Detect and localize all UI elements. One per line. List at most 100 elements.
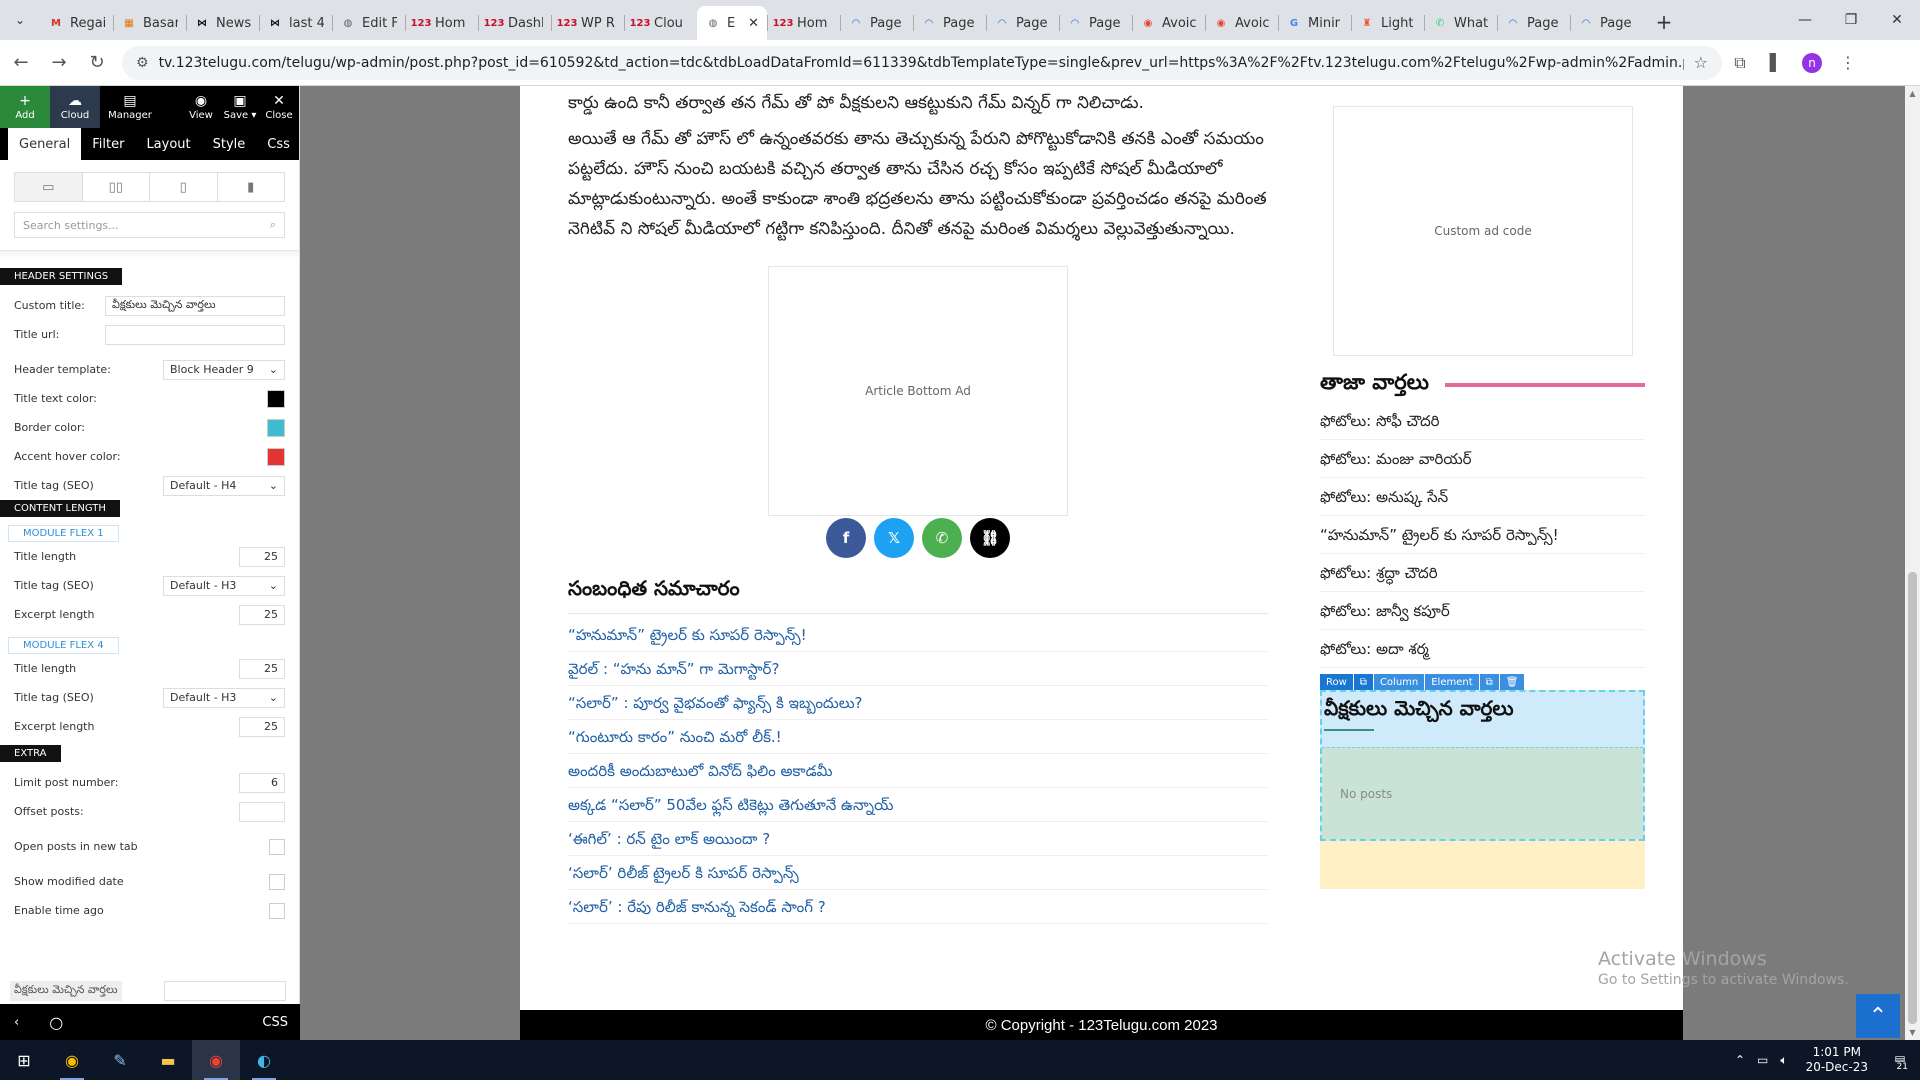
element-copy-icon[interactable]: ⧉	[1479, 674, 1499, 690]
address-bar[interactable]: ⚙ tv.123telugu.com/telugu/wp-admin/post.…	[122, 45, 1722, 80]
tab-css[interactable]: Css	[256, 128, 301, 160]
title-length-input[interactable]: 25	[239, 546, 285, 567]
show-hidden-icons-icon[interactable]: ⌃	[1729, 1053, 1751, 1067]
restore-icon[interactable]: ❐	[1828, 0, 1874, 40]
collapse-panel-icon[interactable]: ‹	[14, 1015, 19, 1030]
related-news-link[interactable]: వైరల్ : “హను మాన్” గా మెగాస్టార్?	[568, 652, 1268, 686]
enable-time-ago-checkbox[interactable]	[269, 902, 285, 919]
notepad-taskbar-icon[interactable]: ✎	[96, 1040, 144, 1080]
chrome-taskbar-icon[interactable]: ◉	[48, 1040, 96, 1080]
browser-tab[interactable]: ♜ Light	[1351, 6, 1424, 40]
browser-tab[interactable]: ◠ Page	[1497, 6, 1570, 40]
related-news-link[interactable]: ‘ఈగిల్’ : రన్ టైం లాక్ అయిందా ?	[568, 822, 1268, 856]
browser-tab[interactable]: ◠ Page	[986, 6, 1059, 40]
title-length-input[interactable]: 25	[239, 658, 285, 679]
latest-news-link[interactable]: ఫోటోలు: అనుష్క సేన్	[1320, 478, 1645, 516]
tab-general[interactable]: General	[8, 128, 82, 160]
excerpt-length-input[interactable]: 25	[239, 604, 285, 625]
tab-filter[interactable]: Filter	[81, 128, 135, 160]
file-explorer-icon[interactable]: ▬	[144, 1040, 192, 1080]
site-info-icon[interactable]: ⚙	[136, 55, 149, 71]
side-panel-icon[interactable]: ▌	[1758, 46, 1794, 80]
cloud-button[interactable]: ☁ Cloud	[50, 86, 100, 128]
browser-tab[interactable]: 123 Hom	[405, 6, 478, 40]
save-button[interactable]: ▣ Save ▾	[221, 86, 259, 128]
browser-tab[interactable]: ◍ Edit F	[332, 6, 405, 40]
open-new-tab-checkbox[interactable]	[269, 838, 285, 855]
element-breadcrumb[interactable]: వీక్షకులు మెచ్చిన వార్తలు	[10, 981, 122, 1001]
view-button[interactable]: ◉ View	[181, 86, 221, 128]
row-copy-icon[interactable]: ⧉	[1353, 674, 1373, 690]
browser-tab[interactable]: 123 WP R	[551, 6, 624, 40]
latest-news-link[interactable]: ఫోటోలు: సోఫీ చౌదరి	[1320, 402, 1645, 440]
related-news-link[interactable]: “సలార్” : పూర్వ వైభవంతో ఫ్యాన్స్ కి ఇబ్బ…	[568, 686, 1268, 720]
latest-news-link[interactable]: ఫోటోలు: శ్రద్ధా చౌదరి	[1320, 554, 1645, 592]
browser-tab[interactable]: 123 Clou	[624, 6, 697, 40]
selected-popular-news-block[interactable]: వీక్షకులు మెచ్చిన వార్తలు No posts	[1320, 690, 1645, 841]
windows-start-icon[interactable]: ⊞	[0, 1040, 48, 1080]
portrait-tablet-icon[interactable]: ▯	[150, 173, 218, 201]
css-button[interactable]: CSS	[262, 1015, 288, 1030]
browser-tab[interactable]: ◉ Avoic	[1132, 6, 1205, 40]
browser-tab[interactable]: G Minir	[1278, 6, 1351, 40]
add-button[interactable]: + Add	[0, 86, 50, 128]
title-tag-select[interactable]: Default - H3 ⌄	[163, 687, 285, 708]
related-news-link[interactable]: “గుంటూరు కారం” నుంచి మరో లీక్.!	[568, 720, 1268, 754]
close-button[interactable]: ✕ Close	[259, 86, 299, 128]
browser-tab[interactable]: ◠ Page	[913, 6, 986, 40]
close-tab-icon[interactable]: ✕	[748, 16, 759, 31]
search-settings-input[interactable]: Search settings... ⌕	[14, 212, 285, 238]
browser-tab[interactable]: M Regai	[40, 6, 113, 40]
title-url-input[interactable]	[105, 324, 285, 345]
border-color-swatch[interactable]	[267, 418, 285, 437]
browser-tab[interactable]: ⋈ News	[186, 6, 259, 40]
x-icon[interactable]: 𝕏	[874, 518, 914, 558]
minimize-icon[interactable]: —	[1782, 0, 1828, 40]
notifications-icon[interactable]: ▤ 21	[1880, 1040, 1920, 1080]
related-news-link[interactable]: అక్కడ “సలార్” 50వేల ఫ్లస్ టికెట్లు తెగుత…	[568, 788, 1268, 822]
tab-style[interactable]: Style	[202, 128, 257, 160]
extensions-icon[interactable]: ⧉	[1722, 46, 1758, 80]
volume-icon[interactable]: 🔈︎	[1774, 1053, 1793, 1068]
bookmark-star-icon[interactable]: ☆	[1694, 53, 1708, 72]
browser-tab[interactable]: ◍ E ✕	[697, 6, 767, 40]
browser-tab[interactable]: ⋈ last 4	[259, 6, 332, 40]
chrome-taskbar-icon-active[interactable]: ◉	[192, 1040, 240, 1080]
phone-icon[interactable]: ▮	[218, 173, 285, 201]
title-text-color-swatch[interactable]	[267, 389, 285, 408]
back-to-top-button[interactable]: ⌃	[1856, 994, 1900, 1038]
scroll-up-arrow[interactable]: ▲	[1905, 86, 1920, 101]
offset-posts-input[interactable]	[239, 801, 285, 822]
related-news-link[interactable]: ‘సలార్’ : రేపు రిలీజ్ కానున్న సెకండ్ సాం…	[568, 890, 1268, 924]
network-icon[interactable]: ▭	[1751, 1053, 1774, 1067]
custom-title-input[interactable]: వీక్షకులు మెచ్చిన వార్తలు	[105, 295, 285, 316]
latest-news-link[interactable]: ఫోటోలు: అదా శర్మ	[1320, 630, 1645, 668]
page-scrollbar[interactable]: ▲ ▼	[1905, 86, 1920, 1040]
circle-icon[interactable]: ○	[49, 1013, 63, 1032]
back-icon[interactable]: ←	[4, 46, 38, 80]
clock[interactable]: 1:01 PM 20-Dec-23	[1794, 1045, 1880, 1075]
header-template-select[interactable]: Block Header 9 ⌄	[163, 359, 285, 380]
latest-news-link[interactable]: ఫోటోలు: మంజు వారియర్	[1320, 440, 1645, 478]
scroll-thumb[interactable]	[1908, 572, 1917, 1024]
title-tag-select[interactable]: Default - H3 ⌄	[163, 575, 285, 596]
landscape-tablet-icon[interactable]: ▯▯	[83, 173, 150, 201]
forward-icon[interactable]: →	[42, 46, 76, 80]
latest-news-link[interactable]: ఫోటోలు: జాన్వీ కపూర్	[1320, 592, 1645, 630]
browser-tab[interactable]: ◠ Page	[840, 6, 913, 40]
menu-icon[interactable]: ⋮	[1830, 46, 1866, 80]
breadcrumb-input[interactable]	[164, 981, 286, 1001]
edge-taskbar-icon[interactable]: ◐	[240, 1040, 288, 1080]
scroll-down-arrow[interactable]: ▼	[1905, 1025, 1920, 1040]
browser-tab[interactable]: ◠ Page	[1570, 6, 1643, 40]
trash-icon[interactable]: 🗑	[1499, 674, 1525, 690]
related-news-link[interactable]: అందరికీ అందుబాటులో వినోద్ ఫిలిం అకాడమీ	[568, 754, 1268, 788]
show-modified-date-checkbox[interactable]	[269, 873, 285, 890]
manager-button[interactable]: ▤ Manager	[100, 86, 160, 128]
close-window-icon[interactable]: ✕	[1874, 0, 1920, 40]
whatsapp-icon[interactable]: ✆	[922, 518, 962, 558]
browser-tab[interactable]: 123 Dashl	[478, 6, 551, 40]
reload-icon[interactable]: ↻	[80, 46, 114, 80]
facebook-icon[interactable]: f	[826, 518, 866, 558]
new-tab-button[interactable]: +	[1649, 7, 1679, 37]
